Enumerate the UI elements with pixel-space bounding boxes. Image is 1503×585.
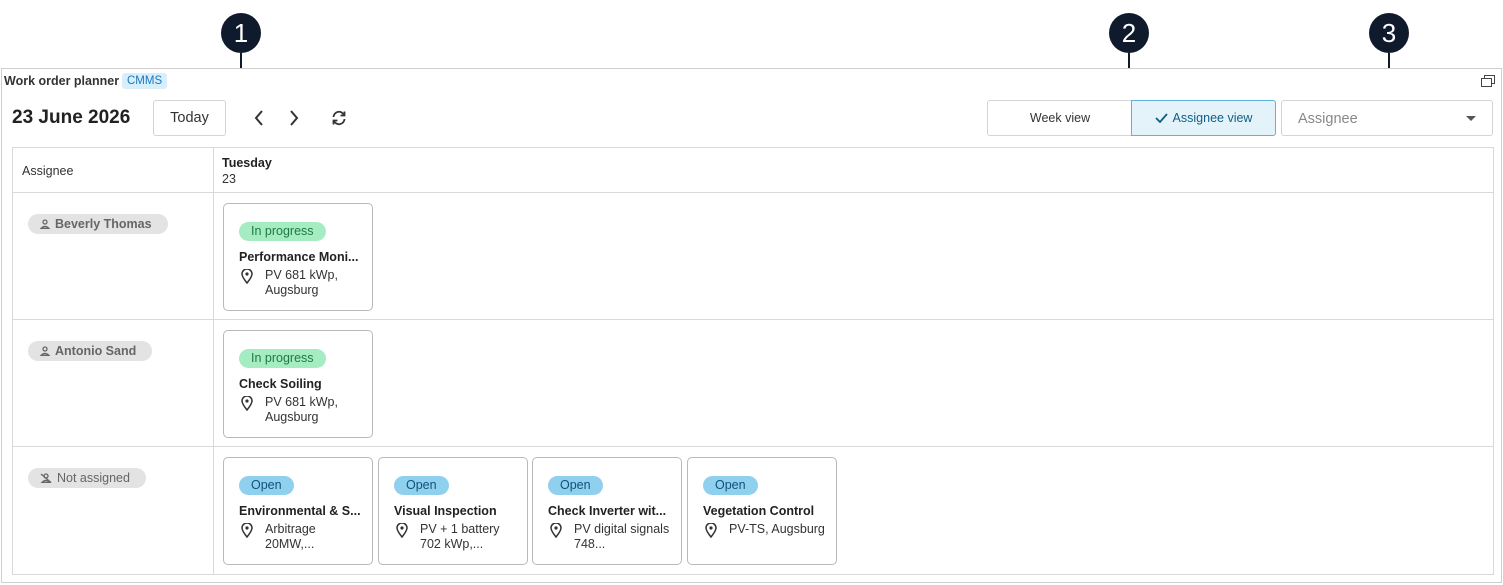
work-order-card[interactable]: In progress Check Soiling PV 681 kWp, Au… (223, 330, 373, 438)
widget-title: Work order planner (4, 74, 120, 88)
previous-button[interactable] (248, 107, 270, 129)
chevron-right-icon (290, 110, 299, 126)
assignee-row: Antonio Sand In progress Check Soiling P… (13, 320, 1493, 447)
assignee-row: Not assigned Open Environmental & S... A… (13, 447, 1493, 574)
work-order-location: PV 681 kWp, Augsburg (265, 268, 338, 297)
assignee-row: Beverly Thomas In progress Performance M… (13, 193, 1493, 320)
assignee-select[interactable]: Assignee (1281, 100, 1493, 136)
assignee-name: Beverly Thomas (55, 217, 152, 231)
work-order-title: Check Inverter wit... (548, 504, 667, 518)
work-order-card[interactable]: Open Environmental & S... Arbitrage 20MW… (223, 457, 373, 565)
work-order-title: Check Soiling (239, 377, 322, 391)
assignee-pill[interactable]: Beverly Thomas (28, 214, 168, 234)
assignee-view-label: Assignee view (1172, 111, 1253, 125)
week-view-button[interactable]: Week view (987, 100, 1132, 136)
work-order-title: Vegetation Control (703, 504, 815, 518)
work-order-location: PV digital signals 748... (574, 522, 670, 551)
location-pin-icon (705, 523, 717, 538)
next-button[interactable] (283, 107, 305, 129)
location-pin-icon (396, 523, 408, 538)
maximize-icon[interactable] (1481, 75, 1495, 87)
caret-down-icon (1466, 116, 1476, 121)
day-name-header: Tuesday (222, 156, 272, 170)
person-icon (39, 219, 51, 229)
refresh-icon (332, 110, 346, 126)
work-order-title: Visual Inspection (394, 504, 497, 518)
status-badge: Open (703, 476, 758, 495)
today-button[interactable]: Today (153, 100, 226, 136)
current-date: 23 June 2026 (12, 107, 131, 128)
chevron-left-icon (254, 110, 263, 126)
location-pin-icon (550, 523, 562, 538)
work-order-location: PV + 1 battery 702 kWp,... (420, 522, 500, 551)
work-order-title: Performance Moni... (239, 250, 359, 264)
work-order-card[interactable]: In progress Performance Moni... PV 681 k… (223, 203, 373, 311)
work-order-title: Environmental & S... (239, 504, 361, 518)
work-order-location: PV-TS, Augsburg (729, 522, 825, 536)
day-number-header: 23 (222, 172, 236, 186)
work-order-location: PV 681 kWp, Augsburg (265, 395, 338, 424)
assignee-schedule-grid: Assignee Tuesday 23 Beverly Thomas In pr… (12, 147, 1494, 575)
cmms-badge: CMMS (122, 73, 168, 89)
location-pin-icon (241, 523, 253, 538)
refresh-button[interactable] (328, 107, 350, 129)
work-order-card[interactable]: Open Check Inverter wit... PV digital si… (532, 457, 682, 565)
person-icon (39, 346, 51, 356)
status-badge: Open (394, 476, 449, 495)
grid-header-row: Assignee Tuesday 23 (13, 148, 1493, 193)
work-order-card[interactable]: Open Visual Inspection PV + 1 battery 70… (378, 457, 528, 565)
checkmark-icon (1154, 113, 1168, 124)
callout-marker-3: 3 (1369, 13, 1409, 53)
assignee-select-placeholder: Assignee (1298, 111, 1358, 127)
status-badge: In progress (239, 222, 326, 241)
work-order-card[interactable]: Open Vegetation Control PV-TS, Augsburg (687, 457, 837, 565)
view-toggle-group: Week view Assignee view (987, 100, 1276, 136)
status-badge: In progress (239, 349, 326, 368)
assignee-pill[interactable]: Not assigned (28, 468, 146, 488)
assignee-view-button[interactable]: Assignee view (1131, 100, 1276, 136)
location-pin-icon (241, 396, 253, 411)
work-order-planner-widget: Work order planner CMMS 23 June 2026 Tod… (1, 68, 1502, 583)
unassigned-person-icon (40, 473, 52, 483)
status-badge: Open (548, 476, 603, 495)
assignee-column-header: Assignee (22, 164, 74, 178)
status-badge: Open (239, 476, 294, 495)
assignee-name: Not assigned (57, 471, 130, 485)
assignee-name: Antonio Sand (55, 344, 137, 358)
work-order-location: Arbitrage 20MW,... (265, 522, 316, 551)
callout-marker-2: 2 (1109, 13, 1149, 53)
location-pin-icon (241, 269, 253, 284)
callout-marker-1: 1 (221, 13, 261, 53)
assignee-pill[interactable]: Antonio Sand (28, 341, 153, 361)
